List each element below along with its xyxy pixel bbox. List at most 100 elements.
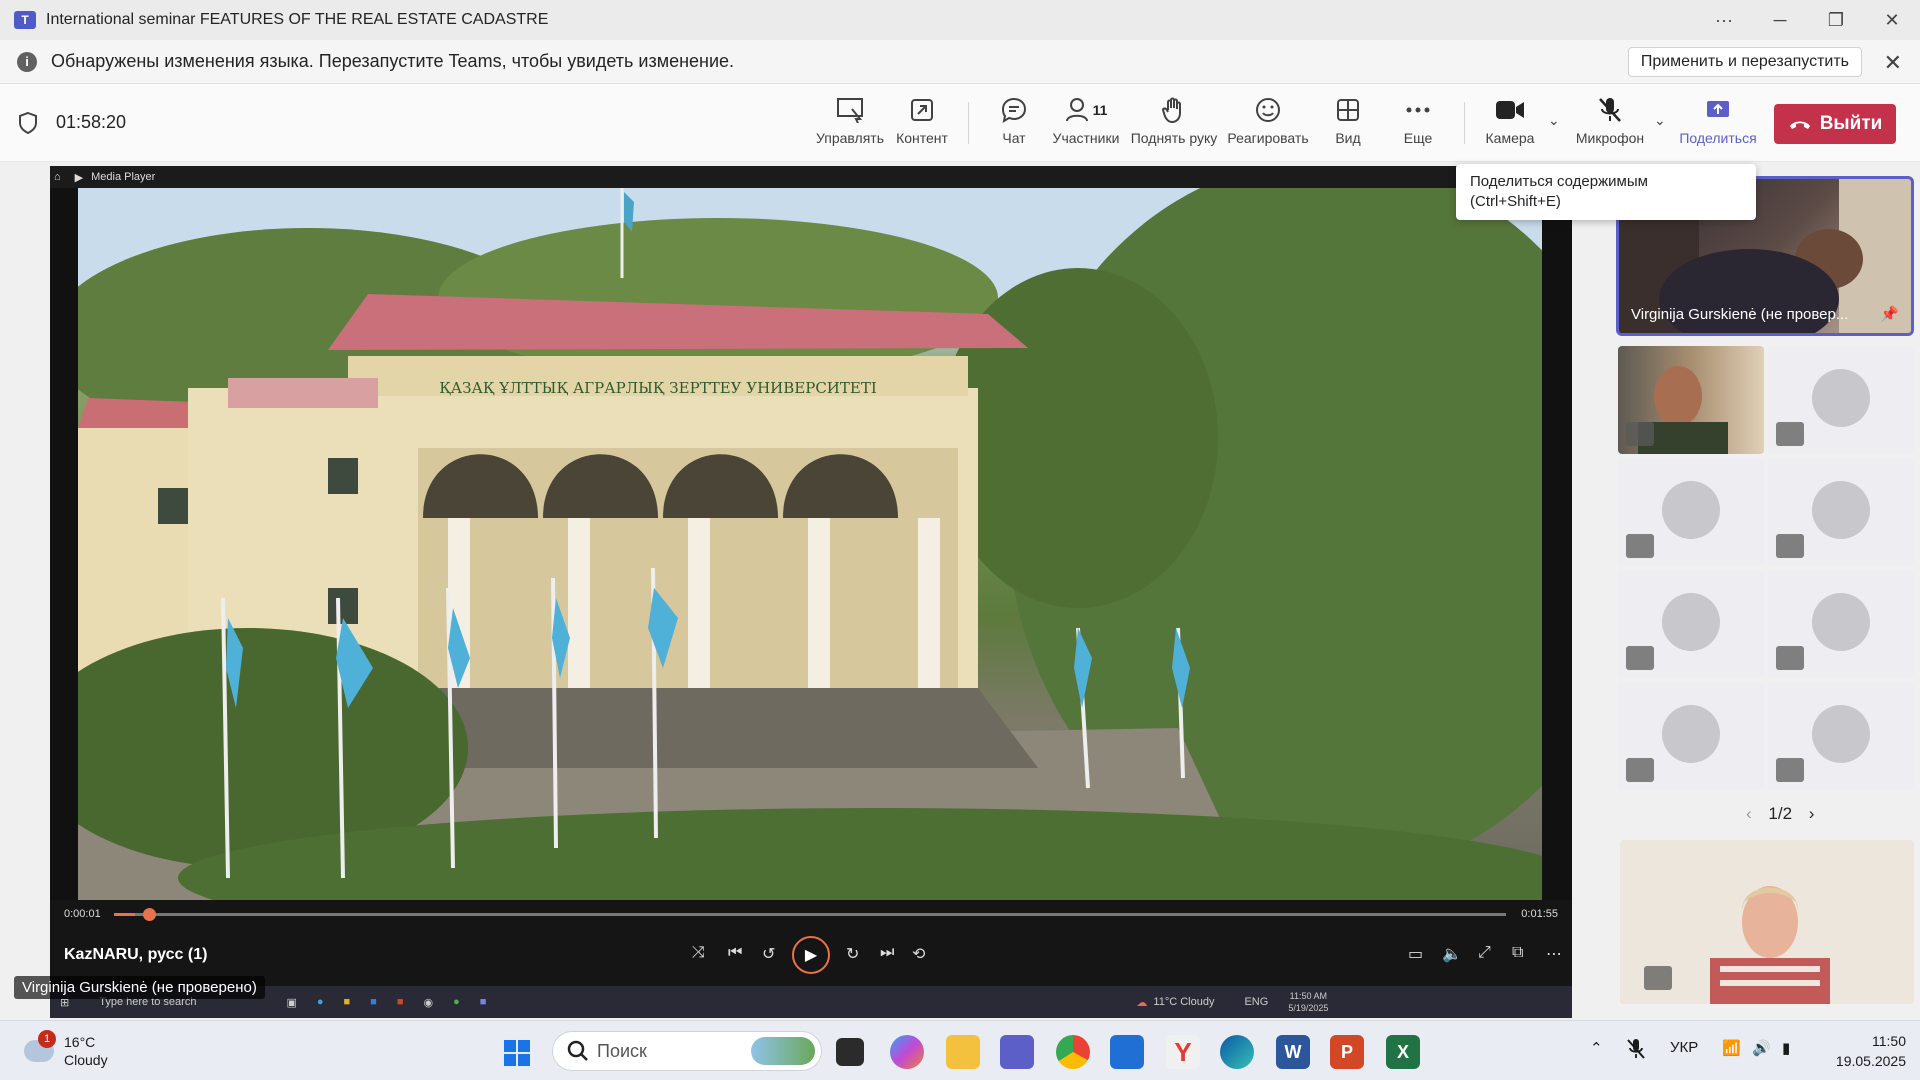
mic-off-icon [1626,758,1654,782]
copilot-icon[interactable] [890,1035,924,1069]
microphone-button[interactable]: Микрофон [1568,94,1652,154]
participant-tile[interactable] [1618,570,1764,678]
content-icon [911,99,933,121]
camera-options-chevron-icon[interactable]: ⌄ [1548,112,1560,129]
weather-widget[interactable]: 1 16°C Cloudy [24,1030,108,1069]
rewind-10-icon[interactable]: ↺ [762,944,775,964]
taskbar-search-input[interactable]: Поиск [552,1031,822,1071]
avatar-icon [1812,369,1870,427]
participant-tile[interactable] [1618,346,1764,454]
pin-icon[interactable]: 📌 [1880,305,1899,323]
play-button[interactable]: ▶ [792,936,830,974]
volume-icon[interactable]: 🔈 [1442,944,1462,964]
participants-count: 11 [1092,102,1108,118]
windows-start-icon[interactable] [503,1039,531,1067]
restore-button[interactable]: ❐ [1808,0,1864,40]
participant-tile[interactable] [1768,682,1914,790]
next-track-icon[interactable]: ⏭ [880,944,894,962]
wifi-icon[interactable]: 📶 [1722,1039,1741,1057]
title-bar: T International seminar FEATURES OF THE … [0,0,1920,40]
next-page-icon[interactable]: › [1809,804,1815,823]
shuffle-icon[interactable]: ⤨ [692,944,705,962]
banner-close-icon[interactable]: ✕ [1884,50,1902,76]
previous-track-icon[interactable]: ⏮ [728,944,742,962]
repeat-off-icon[interactable]: ⟲ [912,944,925,964]
seek-bar-thumb[interactable] [142,908,156,921]
teams-taskbar-icon[interactable] [1000,1035,1034,1069]
participant-tile[interactable] [1768,570,1914,678]
mic-muted-tray-icon[interactable] [1626,1037,1646,1061]
participant-tile[interactable] [1618,682,1764,790]
captions-icon[interactable]: ▭ [1408,944,1423,964]
fullscreen-icon[interactable]: ⤢ [1478,944,1491,962]
shield-icon [19,111,37,135]
show-hidden-icons-chevron-icon[interactable]: ⌃ [1590,1039,1603,1057]
react-button[interactable]: Реагировать [1226,94,1310,154]
chat-icon [1001,97,1027,124]
system-clock[interactable]: 11:50 19.05.2025 [1836,1031,1906,1071]
minimize-button[interactable]: ─ [1752,0,1808,40]
view-label: Вид [1335,130,1361,146]
participant-tile[interactable] [1768,346,1914,454]
input-language[interactable]: УКР [1670,1039,1698,1056]
page-indicator: 1/2 [1768,804,1793,823]
video-frame[interactable]: ҚАЗАҚ ҰЛТТЫҚ АГРАРЛЫҚ ЗЕРТТЕУ УНИВЕРСИТЕ… [78,188,1542,900]
hand-icon [1162,97,1181,124]
leave-meeting-button[interactable]: Выйти [1774,104,1896,144]
participant-tile[interactable] [1618,458,1764,566]
content-button[interactable]: Контент [880,94,964,154]
speaker-icon[interactable]: 🔊 [1752,1039,1771,1057]
weather-badge: 1 [38,1030,56,1048]
camera-button[interactable]: Камера [1468,94,1552,154]
mic-off-icon [1776,646,1804,670]
info-icon: i [17,51,37,72]
raise-hand-button[interactable]: Поднять руку [1131,94,1217,154]
powerpoint-icon[interactable]: P [1330,1035,1364,1069]
remote-time: 11:50 AM [1289,991,1328,1001]
more-options-button[interactable]: ··· [1696,0,1752,40]
apply-restart-button[interactable]: Применить и перезапустить [1627,47,1862,77]
more-actions-label: Еще [1403,130,1433,146]
leave-label: Выйти [1819,113,1883,134]
task-view-icon[interactable] [836,1038,864,1066]
participant-tile[interactable] [1768,458,1914,566]
remote-weather-icon: ☁ [1136,996,1148,1009]
participants-button[interactable]: 11 Участники [1044,94,1128,154]
seek-bar[interactable] [114,908,1506,921]
video-title: KazNARU, русс (1) [64,946,208,963]
seek-bar-fill [114,913,135,916]
remote-clock: 11:50 AM 5/19/2025 [1288,990,1328,1014]
chrome-icon[interactable] [1056,1035,1090,1069]
file-explorer-icon[interactable] [946,1035,980,1069]
excel-icon[interactable]: X [1386,1035,1420,1069]
share-button[interactable]: Поделиться [1676,94,1760,154]
remote-store-icon: ■ [370,996,377,1008]
participants-label: Участники [1052,130,1120,146]
tooltip-shortcut: (Ctrl+Shift+E) [1470,193,1561,210]
close-window-button[interactable]: ✕ [1864,0,1920,40]
battery-icon[interactable]: ▮ [1782,1039,1790,1057]
camera-icon [1496,101,1524,119]
microphone-label: Микрофон [1575,130,1645,146]
weather-temp: 16°C [64,1034,96,1050]
mic-off-icon [1599,98,1621,122]
emoji-icon [1256,98,1280,122]
mini-player-icon[interactable]: ⧉ [1512,944,1523,962]
forward-30-icon[interactable]: ↻ [846,944,859,964]
self-video-tile[interactable] [1620,840,1914,1004]
word-icon[interactable]: W [1276,1035,1310,1069]
remote-teams-icon: ■ [479,996,487,1008]
more-options-icon[interactable]: ⋯ [1546,944,1562,964]
clock-time: 11:50 [1872,1033,1906,1049]
previous-page-icon[interactable]: ‹ [1746,804,1752,823]
university-building-image: ҚАЗАҚ ҰЛТТЫҚ АГРАРЛЫҚ ЗЕРТТЕУ УНИВЕРСИТЕ… [78,188,1542,900]
more-actions-button[interactable]: Еще [1376,94,1460,154]
store-icon[interactable] [1110,1035,1144,1069]
yandex-browser-icon[interactable]: Y [1166,1035,1200,1069]
media-player-app-name: Media Player [91,171,156,183]
toolbar-divider [1464,102,1465,144]
mic-options-chevron-icon[interactable]: ⌄ [1654,112,1666,129]
remote-weather-text: 11°C Cloudy [1153,996,1215,1008]
edge-icon[interactable] [1220,1035,1254,1069]
chat-label: Чат [1002,130,1026,146]
